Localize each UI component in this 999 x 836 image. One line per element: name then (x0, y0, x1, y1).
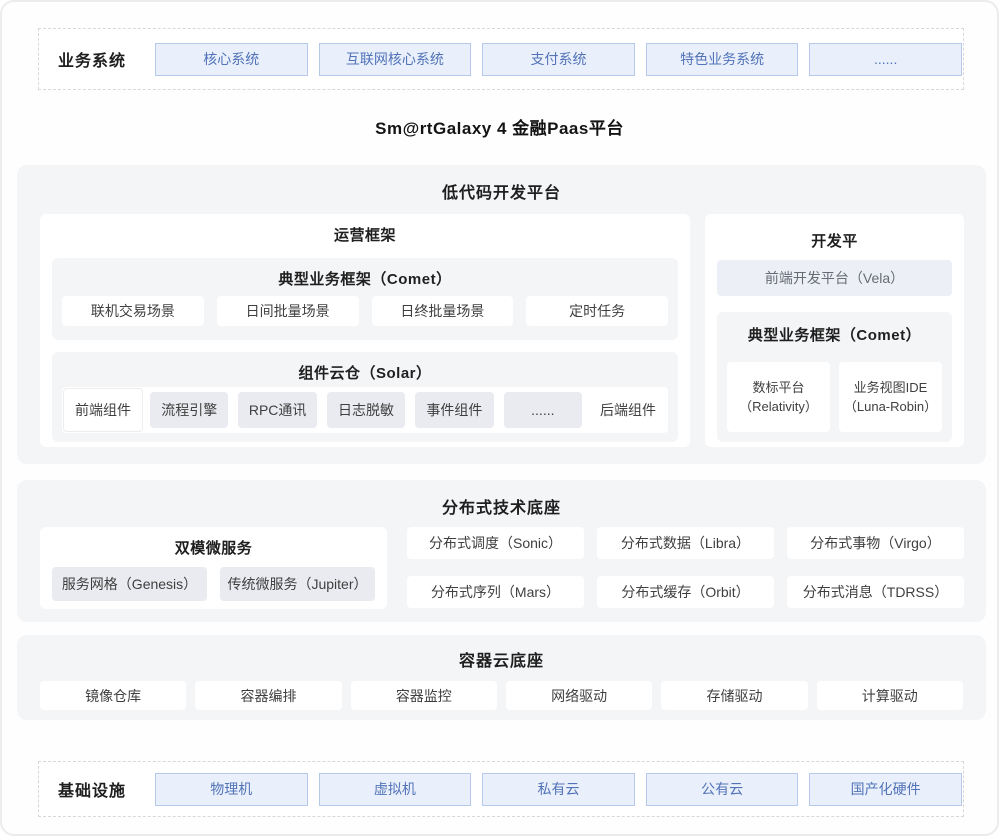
distributed-base-title: 分布式技术底座 (17, 494, 986, 518)
comet-framework-title: 典型业务框架（Comet） (52, 268, 678, 289)
dev-comet-item: 业务视图IDE （Luna-Robin） (839, 362, 942, 432)
comet-item: 联机交易场景 (62, 296, 204, 326)
business-system-chip: 核心系统 (155, 43, 308, 76)
dev-comet-item-line1: 数标平台 (752, 378, 804, 398)
container-cloud-item: 存储驱动 (661, 681, 807, 710)
microservice-chip: 传统微服务（Jupiter） (220, 567, 375, 601)
dev-comet-items-row: 数标平台 （Relativity） 业务视图IDE （Luna-Robin） (727, 362, 942, 432)
business-system-chip: 特色业务系统 (646, 43, 799, 76)
infrastructure-chip: 公有云 (646, 773, 799, 806)
dual-microservice-box: 双模微服务 服务网格（Genesis） 传统微服务（Jupiter） (40, 527, 387, 609)
business-system-chip: ...... (809, 43, 962, 76)
infrastructure-row: 基础设施 物理机 虚拟机 私有云 公有云 国产化硬件 (38, 761, 964, 817)
dev-platform-box: 开发平 前端开发平台（Vela） 典型业务框架（Comet） 数标平台 （Rel… (705, 214, 964, 447)
business-systems-label: 业务系统 (40, 47, 144, 71)
operation-framework-title: 运营框架 (40, 224, 690, 245)
lowcode-platform-title: 低代码开发平台 (17, 179, 986, 203)
comet-framework-box: 典型业务框架（Comet） 联机交易场景 日间批量场景 日终批量场景 定时任务 (52, 258, 678, 340)
container-cloud-row: 镜像仓库 容器编排 容器监控 网络驱动 存储驱动 计算驱动 (40, 681, 963, 710)
microservice-chip: 服务网格（Genesis） (52, 567, 207, 601)
container-cloud-item: 计算驱动 (817, 681, 963, 710)
dev-platform-title: 开发平 (705, 230, 964, 251)
container-cloud-title: 容器云底座 (17, 647, 986, 671)
business-systems-row: 业务系统 核心系统 互联网核心系统 支付系统 特色业务系统 ...... (38, 28, 964, 90)
distributed-service-item: 分布式调度（Sonic） (407, 527, 584, 559)
distributed-service-item: 分布式数据（Libra） (597, 527, 774, 559)
operation-framework-box: 运营框架 典型业务框架（Comet） 联机交易场景 日间批量场景 日终批量场景 … (40, 214, 690, 447)
container-cloud-item: 容器监控 (351, 681, 497, 710)
container-cloud-item: 镜像仓库 (40, 681, 186, 710)
solar-items-row: 前端组件 流程引擎 RPC通讯 日志脱敏 事件组件 ...... 后端组件 (62, 387, 668, 433)
solar-chip: 事件组件 (415, 392, 493, 428)
comet-item: 日间批量场景 (217, 296, 359, 326)
dev-comet-item: 数标平台 （Relativity） (727, 362, 830, 432)
dual-microservice-row: 服务网格（Genesis） 传统微服务（Jupiter） (52, 567, 375, 601)
container-cloud-section: 容器云底座 镜像仓库 容器编排 容器监控 网络驱动 存储驱动 计算驱动 (17, 635, 986, 720)
comet-item: 定时任务 (526, 296, 668, 326)
solar-component-box: 组件云仓（Solar） 前端组件 流程引擎 RPC通讯 日志脱敏 事件组件 ..… (52, 352, 678, 442)
lowcode-platform-section: 低代码开发平台 运营框架 典型业务框架（Comet） 联机交易场景 日间批量场景… (17, 165, 986, 464)
distributed-service-item: 分布式序列（Mars） (407, 576, 584, 608)
container-cloud-item: 容器编排 (195, 681, 341, 710)
comet-item: 日终批量场景 (372, 296, 514, 326)
infrastructure-label: 基础设施 (40, 777, 144, 801)
distributed-service-item: 分布式消息（TDRSS） (787, 576, 964, 608)
infrastructure-chip: 国产化硬件 (809, 773, 962, 806)
solar-chip: ...... (504, 392, 582, 428)
distributed-service-item: 分布式缓存（Orbit） (597, 576, 774, 608)
distributed-services-grid: 分布式调度（Sonic） 分布式数据（Libra） 分布式事物（Virgo） 分… (407, 527, 964, 608)
dev-comet-item-line1: 业务视图IDE (854, 378, 928, 398)
dev-comet-item-line2: （Relativity） (739, 397, 818, 417)
vela-platform-chip: 前端开发平台（Vela） (717, 260, 952, 296)
infrastructure-chip: 虚拟机 (319, 773, 472, 806)
infrastructure-chip: 物理机 (155, 773, 308, 806)
distributed-service-item: 分布式事物（Virgo） (787, 527, 964, 559)
dev-comet-item-line2: （Luna-Robin） (844, 397, 937, 417)
backend-component-item: 后端组件 (589, 388, 667, 432)
architecture-diagram: 业务系统 核心系统 互联网核心系统 支付系统 特色业务系统 ...... Sm@… (0, 0, 999, 836)
solar-chip: RPC通讯 (238, 392, 316, 428)
page-title: Sm@rtGalaxy 4 金融Paas平台 (2, 114, 997, 139)
business-system-chip: 支付系统 (482, 43, 635, 76)
dev-comet-title: 典型业务框架（Comet） (717, 324, 952, 345)
infrastructure-chip: 私有云 (482, 773, 635, 806)
dual-microservice-title: 双模微服务 (40, 537, 387, 558)
frontend-component-item: 前端组件 (63, 388, 143, 432)
distributed-base-section: 分布式技术底座 双模微服务 服务网格（Genesis） 传统微服务（Jupite… (17, 480, 986, 622)
container-cloud-item: 网络驱动 (506, 681, 652, 710)
solar-component-title: 组件云仓（Solar） (52, 362, 678, 383)
solar-chip: 日志脱敏 (327, 392, 405, 428)
comet-items-row: 联机交易场景 日间批量场景 日终批量场景 定时任务 (62, 296, 668, 326)
dev-comet-box: 典型业务框架（Comet） 数标平台 （Relativity） 业务视图IDE … (717, 312, 952, 442)
solar-chip: 流程引擎 (150, 392, 228, 428)
business-system-chip: 互联网核心系统 (319, 43, 472, 76)
